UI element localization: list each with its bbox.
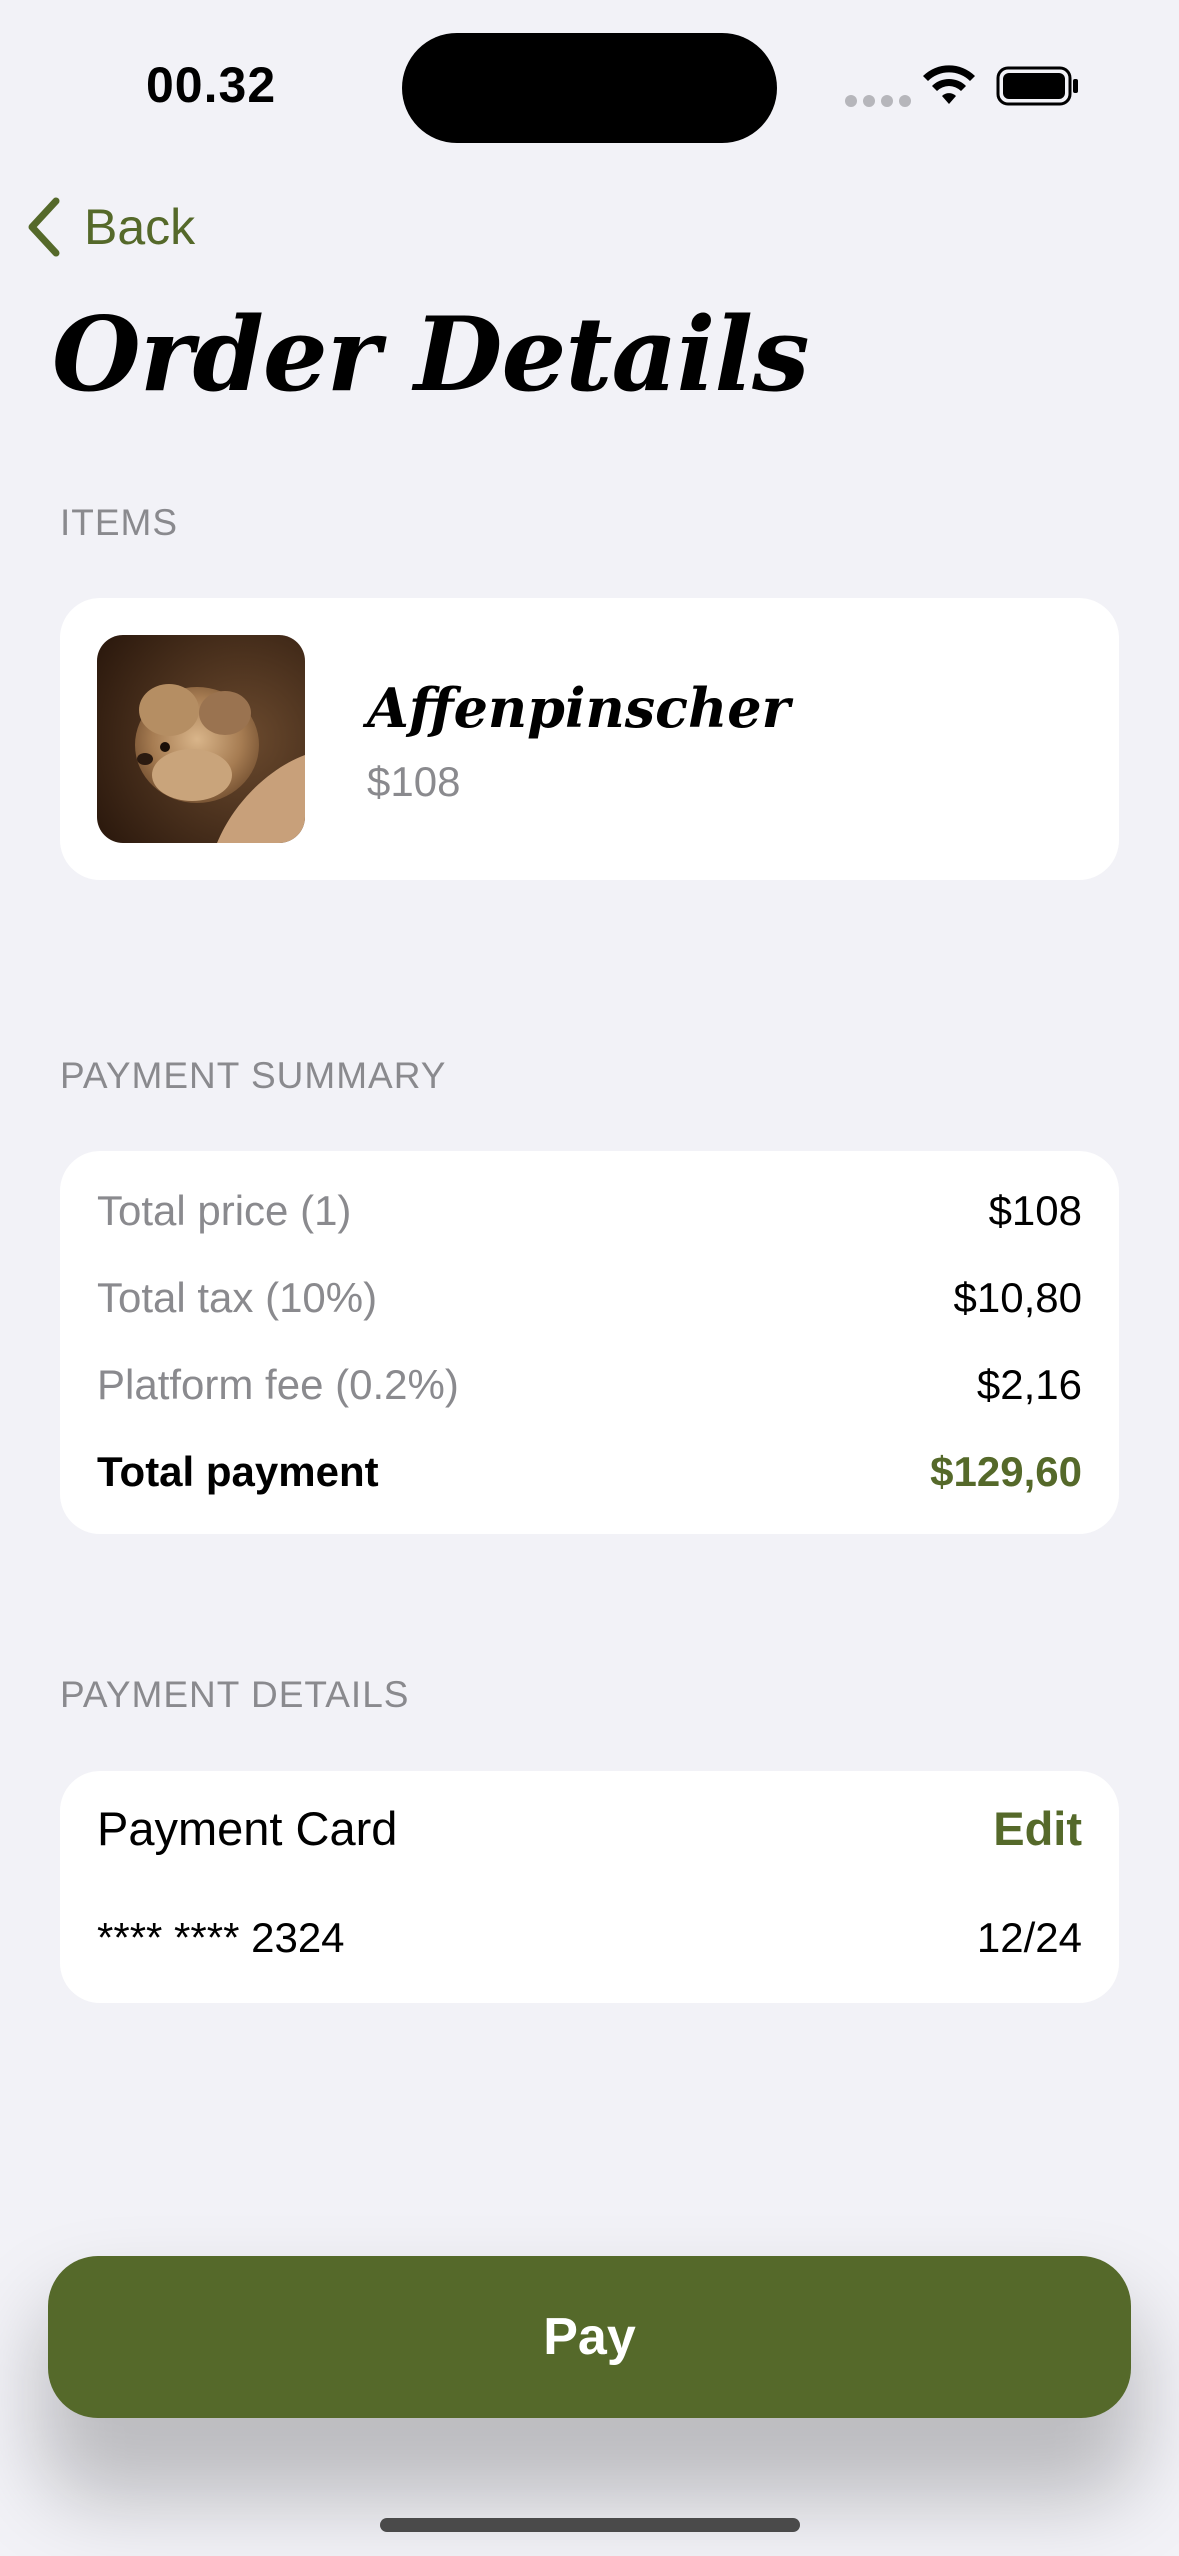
items-section-label: ITEMS bbox=[60, 502, 179, 543]
total-payment-label: Total payment bbox=[97, 1448, 379, 1495]
summary-row-platform-fee: Platform fee (0.2%) $2,16 bbox=[97, 1355, 1082, 1415]
wifi-icon bbox=[923, 65, 975, 104]
order-details-screen: 00.32 Back Order Details ITEMS Affenpins… bbox=[0, 0, 1179, 2556]
item-thumbnail bbox=[97, 635, 305, 843]
summary-row-value: $2,16 bbox=[976, 1361, 1082, 1408]
pay-button[interactable]: Pay bbox=[48, 2256, 1131, 2418]
summary-row-total-price: Total price (1) $108 bbox=[97, 1181, 1082, 1241]
payment-card: Payment Card Edit **** **** 2324 12/24 bbox=[60, 1771, 1119, 2003]
card-expiry: 12/24 bbox=[976, 1914, 1082, 1961]
payment-details-section-label: PAYMENT DETAILS bbox=[60, 1674, 410, 1715]
payment-summary-card: Total price (1) $108 Total tax (10%) $10… bbox=[60, 1151, 1119, 1534]
item-name: Affenpinscher bbox=[367, 676, 791, 740]
edit-payment-button[interactable]: Edit bbox=[993, 1801, 1082, 1856]
item-price: $108 bbox=[367, 758, 461, 805]
dynamic-island bbox=[402, 33, 777, 143]
payment-card-title: Payment Card bbox=[97, 1802, 398, 1855]
summary-row-value: $108 bbox=[988, 1187, 1082, 1234]
home-indicator[interactable] bbox=[380, 2518, 800, 2532]
page-title: Order Details bbox=[52, 295, 810, 415]
total-payment-value: $129,60 bbox=[930, 1448, 1082, 1495]
summary-row-total-payment: Total payment $129,60 bbox=[97, 1442, 1082, 1502]
status-time: 00.32 bbox=[146, 57, 277, 113]
order-item-card[interactable]: Affenpinscher $108 bbox=[60, 598, 1119, 880]
summary-row-label: Total price (1) bbox=[97, 1187, 352, 1234]
summary-row-total-tax: Total tax (10%) $10,80 bbox=[97, 1268, 1082, 1328]
payment-summary-section-label: PAYMENT SUMMARY bbox=[60, 1055, 447, 1096]
dog-photo bbox=[97, 635, 305, 843]
battery-icon bbox=[996, 66, 1078, 106]
summary-row-value: $10,80 bbox=[953, 1274, 1082, 1321]
back-label: Back bbox=[84, 199, 196, 255]
cellular-signal-icon bbox=[845, 95, 911, 107]
card-number: **** **** 2324 bbox=[97, 1914, 345, 1961]
summary-row-label: Platform fee (0.2%) bbox=[97, 1361, 459, 1408]
back-button[interactable]: Back bbox=[24, 190, 195, 264]
chevron-left-icon bbox=[28, 197, 60, 257]
summary-row-label: Total tax (10%) bbox=[97, 1274, 378, 1321]
